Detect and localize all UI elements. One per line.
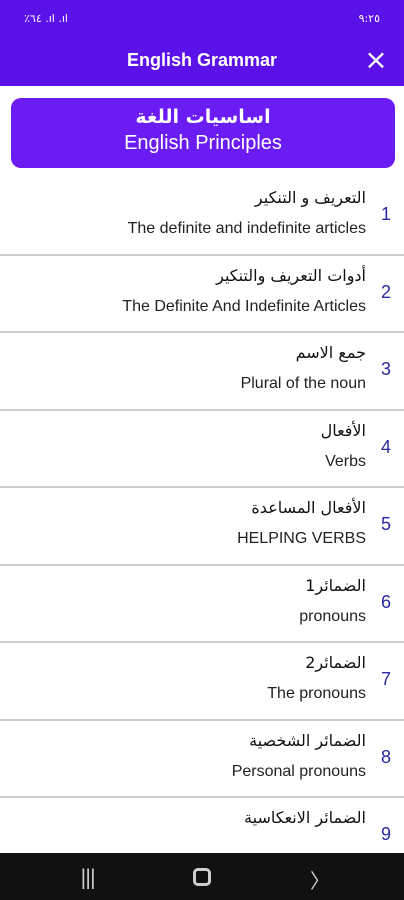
item-arabic: أدوات التعريف والتنكير — [216, 265, 366, 285]
page-title: English Grammar — [126, 50, 278, 70]
back-button[interactable]: 〉 — [310, 865, 330, 894]
list-item[interactable]: 6 الضمائر1 pronouns — [0, 566, 404, 643]
item-arabic: الضمائر الانعكاسية — [244, 808, 366, 827]
item-arabic: التعريف و التنكير — [254, 188, 366, 207]
item-number: 8 — [380, 746, 391, 767]
home-button[interactable] — [193, 868, 211, 886]
status-icons-left: ٪٦٤ .ıl .ıl — [24, 12, 68, 25]
status-time: ٩:٢٥ — [358, 12, 380, 25]
item-number: 4 — [380, 436, 391, 457]
item-number: 5 — [380, 514, 391, 534]
item-english: Plural of the noun — [240, 375, 366, 392]
item-number: 3 — [380, 359, 391, 379]
app-bar: English Grammar × — [0, 40, 404, 86]
item-arabic: الأفعال — [320, 420, 366, 440]
banner-english: English Principles — [124, 132, 282, 154]
item-arabic: جمع الاسم — [295, 343, 366, 362]
system-nav-bar: ||| 〉 — [0, 853, 404, 900]
item-number: 6 — [380, 591, 391, 612]
list-item[interactable]: 7 الضمائر2 The pronouns — [0, 643, 404, 721]
list-item[interactable]: 8 الضمائر الشخصية Personal pronouns — [0, 721, 404, 798]
item-arabic: الضمائر الشخصية — [249, 730, 366, 750]
list-item[interactable]: 3 جمع الاسم Plural of the noun — [0, 333, 404, 411]
item-english: Personal pronouns — [231, 762, 366, 780]
status-bar: ٪٦٤ .ıl .ıl ٩:٢٥ — [0, 0, 404, 40]
list-item[interactable]: 2 أدوات التعريف والتنكير The Definite An… — [0, 256, 404, 333]
item-english: HELPING VERBS — [237, 530, 366, 547]
item-english: Verbs — [325, 452, 366, 470]
item-number: 9 — [380, 824, 391, 844]
close-icon[interactable]: × — [362, 46, 390, 74]
banner-arabic: اساسيات اللغة — [135, 106, 271, 128]
item-number: 1 — [380, 204, 391, 224]
list-item[interactable]: 4 الأفعال Verbs — [0, 411, 404, 488]
item-arabic: الضمائر1 — [305, 575, 366, 595]
item-english: The Definite And Indefinite Articles — [122, 297, 366, 315]
item-number: 2 — [380, 281, 391, 302]
item-english: The pronouns — [267, 685, 366, 702]
list-item[interactable]: 1 التعريف و التنكير The definite and ind… — [0, 178, 404, 256]
section-banner: اساسيات اللغة English Principles — [11, 98, 395, 168]
item-english: The definite and indefinite articles — [127, 220, 366, 237]
item-arabic: الأفعال المساعدة — [251, 498, 366, 517]
item-english: pronouns — [299, 607, 366, 625]
recent-apps-button[interactable]: ||| — [80, 865, 96, 889]
lesson-list: 1 التعريف و التنكير The definite and ind… — [0, 178, 404, 876]
item-number: 7 — [380, 669, 391, 689]
item-arabic: الضمائر2 — [305, 653, 366, 672]
list-item[interactable]: 5 الأفعال المساعدة HELPING VERBS — [0, 488, 404, 566]
